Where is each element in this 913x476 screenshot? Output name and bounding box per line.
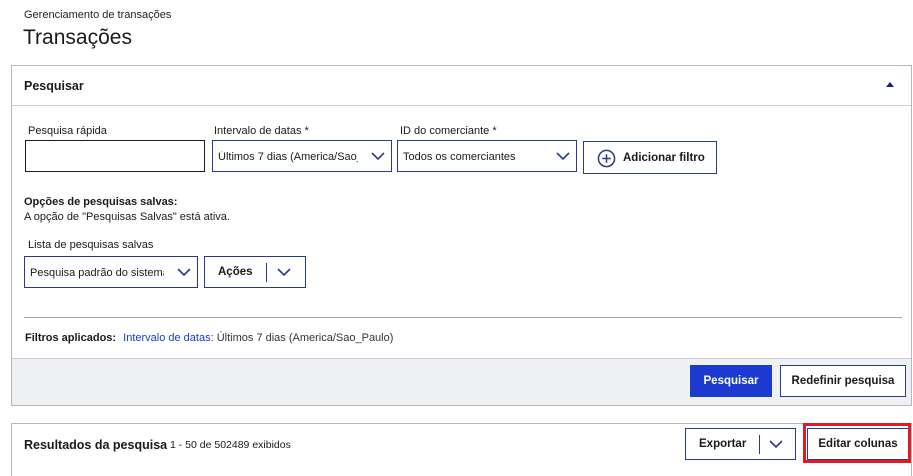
breadcrumb: Gerenciamento de transações (24, 9, 172, 21)
plus-circle-icon (597, 149, 616, 168)
export-split-button[interactable]: Exportar (685, 428, 796, 460)
applied-filters: Filtros aplicados: Intervalo de datas: Ú… (25, 332, 393, 344)
chevron-down-icon (177, 268, 191, 277)
add-filter-label: Adicionar filtro (623, 152, 705, 164)
search-panel-footer: Pesquisar Redefinir pesquisa (12, 358, 911, 405)
export-label: Exportar (699, 438, 747, 450)
quick-search-input[interactable] (25, 140, 205, 172)
highlight-box (803, 423, 911, 463)
results-count: 1 - 50 de 502489 exibidos (170, 439, 291, 451)
merchant-id-select[interactable]: Todos os comerciantes (397, 140, 577, 172)
page-title: Transações (23, 26, 132, 49)
search-panel-header[interactable]: Pesquisar (12, 66, 911, 106)
chevron-down-icon (556, 152, 570, 161)
divider (24, 317, 902, 318)
add-filter-button[interactable]: Adicionar filtro (583, 141, 717, 174)
merchant-id-value: Todos os comerciantes (403, 151, 516, 163)
split-divider (266, 263, 267, 282)
split-divider (759, 435, 760, 454)
actions-split-button[interactable]: Ações (204, 256, 306, 288)
saved-searches-value: Pesquisa padrão do sistema (30, 267, 164, 279)
collapse-up-icon[interactable] (886, 82, 894, 87)
merchant-id-label: ID do comerciante * (400, 125, 497, 137)
chevron-down-icon[interactable] (277, 266, 291, 278)
date-range-label: Intervalo de datas * (214, 125, 309, 137)
applied-filter-value: Últimos 7 dias (America/Sao_Paulo) (216, 332, 394, 344)
quick-search-label: Pesquisa rápida (28, 125, 107, 137)
saved-searches-select[interactable]: Pesquisa padrão do sistema (24, 256, 198, 288)
results-panel: Resultados da pesquisa 1 - 50 de 502489 … (11, 423, 912, 476)
applied-filters-label: Filtros aplicados: (25, 332, 117, 344)
saved-searches-status: A opção de "Pesquisas Salvas" está ativa… (24, 211, 230, 223)
reset-search-label: Redefinir pesquisa (791, 375, 895, 387)
applied-filter-name: Intervalo de datas: (123, 332, 214, 344)
results-title: Resultados da pesquisa (24, 438, 168, 452)
search-panel: Pesquisar Pesquisa rápida Intervalo de d… (11, 65, 912, 406)
search-panel-title: Pesquisar (24, 79, 84, 93)
chevron-down-icon[interactable] (769, 438, 783, 450)
saved-searches-list-label: Lista de pesquisas salvas (28, 239, 154, 251)
actions-label: Ações (218, 266, 253, 278)
date-range-select[interactable]: Últimos 7 dias (America/Sao_Paulo) (212, 140, 392, 172)
date-range-value: Últimos 7 dias (America/Sao_Paulo) (218, 151, 358, 163)
chevron-down-icon (371, 152, 385, 161)
reset-search-button[interactable]: Redefinir pesquisa (780, 365, 906, 397)
saved-searches-heading: Opções de pesquisas salvas: (24, 196, 178, 208)
search-button[interactable]: Pesquisar (690, 365, 772, 397)
search-button-label: Pesquisar (703, 375, 759, 387)
